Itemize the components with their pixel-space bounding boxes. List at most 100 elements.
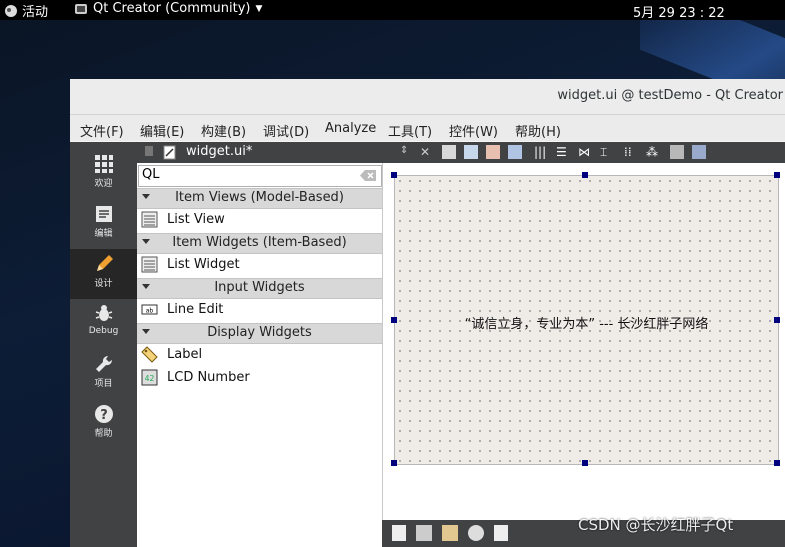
edit-tab-order-icon[interactable] <box>508 145 522 159</box>
mode-debug[interactable]: Debug <box>70 299 137 349</box>
category-item-widgets[interactable]: Item Widgets (Item-Based) <box>137 233 382 254</box>
ui-file-icon <box>163 145 176 160</box>
resize-handle[interactable] <box>774 172 780 178</box>
delete-icon[interactable] <box>468 525 484 541</box>
chevron-down-icon: ▼ <box>255 3 263 14</box>
layout-form-icon[interactable]: ⁞⁞ <box>624 145 638 159</box>
category-label: Input Widgets <box>214 280 305 295</box>
grid-icon <box>94 155 113 173</box>
document-tab-label: widget.ui* <box>186 144 253 159</box>
widget-label: List View <box>167 212 225 227</box>
layout-grid-icon[interactable]: ⁂ <box>646 145 660 159</box>
close-icon[interactable]: ✕ <box>420 145 434 159</box>
activities-label: 活动 <box>22 5 49 20</box>
menu-build[interactable]: 构建(B) <box>201 121 246 140</box>
menu-tools[interactable]: 工具(T) <box>388 121 432 140</box>
svg-text:42: 42 <box>145 374 155 383</box>
mode-edit[interactable]: 编辑 <box>70 199 137 249</box>
layout-splitter-v-icon[interactable]: ⌶ <box>600 145 614 159</box>
filter-value: QL <box>142 167 160 182</box>
widget-list-view[interactable]: List View <box>137 209 382 231</box>
new-action-icon[interactable] <box>392 525 406 541</box>
app-menu-label: Qt Creator (Community) <box>93 1 251 16</box>
widget-form[interactable]: “诚信立身，专业为本” --- 长沙红胖子网络 <box>394 175 779 465</box>
layout-horizontal-icon[interactable]: ||| <box>534 145 548 159</box>
form-label[interactable]: “诚信立身，专业为本” --- 长沙红胖子网络 <box>395 313 778 332</box>
menu-file[interactable]: 文件(F) <box>80 121 124 140</box>
qt-creator-icon <box>75 3 87 14</box>
document-tab[interactable]: widget.ui* <box>137 142 382 163</box>
category-input-widgets[interactable]: Input Widgets <box>137 278 382 299</box>
widget-line-edit[interactable]: ab Line Edit <box>137 299 382 321</box>
label-tag-icon <box>141 346 158 363</box>
menu-analyze[interactable]: Analyze <box>325 121 376 136</box>
menu-edit[interactable]: 编辑(E) <box>140 121 184 140</box>
window-title: widget.ui @ testDemo - Qt Creator <box>557 88 783 103</box>
resize-handle[interactable] <box>391 460 397 466</box>
resize-handle[interactable] <box>582 172 588 178</box>
list-widget-icon <box>141 256 158 273</box>
form-editor-canvas[interactable]: “诚信立身，专业为本” --- 长沙红胖子网络 <box>382 163 785 520</box>
widget-box: widget.ui* QL Item Views (Model-Based) L… <box>137 142 382 547</box>
activities-button[interactable]: 活动 <box>4 1 48 20</box>
pencil-icon <box>96 255 113 271</box>
widget-label: Line Edit <box>167 302 224 317</box>
menu-debug[interactable]: 调试(D) <box>263 121 309 140</box>
category-label: Item Widgets (Item-Based) <box>172 235 347 250</box>
category-label: Display Widgets <box>207 325 312 340</box>
activities-icon <box>5 4 17 17</box>
clear-icon[interactable] <box>360 170 376 181</box>
sort-arrows-icon[interactable]: ⇕ <box>400 145 414 159</box>
copy-icon[interactable] <box>416 525 432 541</box>
layout-splitter-h-icon[interactable]: ⋈ <box>578 145 592 159</box>
resize-handle[interactable] <box>774 317 780 323</box>
qt-creator-window: widget.ui @ testDemo - Qt Creator 文件(F) … <box>70 79 785 547</box>
category-display-widgets[interactable]: Display Widgets <box>137 323 382 344</box>
wrench-icon <box>95 355 112 372</box>
mode-help[interactable]: ? 帮助 <box>70 399 137 449</box>
svg-text:ab: ab <box>146 308 154 315</box>
mode-welcome[interactable]: 欢迎 <box>70 149 137 199</box>
category-label: Item Views (Model-Based) <box>175 190 344 205</box>
category-item-views[interactable]: Item Views (Model-Based) <box>137 188 382 209</box>
mode-welcome-label: 欢迎 <box>94 179 113 189</box>
configure-icon[interactable] <box>494 525 508 541</box>
help-icon: ? <box>94 405 113 423</box>
resize-handle[interactable] <box>774 460 780 466</box>
mode-help-label: 帮助 <box>94 429 113 439</box>
mode-projects[interactable]: 项目 <box>70 349 137 399</box>
edit-signals-icon[interactable] <box>464 145 478 159</box>
app-menu[interactable]: Qt Creator (Community) ▼ <box>74 1 262 16</box>
resize-handle[interactable] <box>391 317 397 323</box>
clock[interactable]: 5月 29 23 : 22 <box>633 2 725 21</box>
form-editor-toolbar: ⇕ ✕ ||| ☰ ⋈ ⌶ ⁞⁞ ⁂ <box>382 142 785 163</box>
break-layout-icon[interactable] <box>670 145 684 159</box>
widget-lcd-number[interactable]: 42 LCD Number <box>137 367 382 389</box>
edit-widgets-icon[interactable] <box>442 145 456 159</box>
edit-buddies-icon[interactable] <box>486 145 500 159</box>
layout-vertical-icon[interactable]: ☰ <box>556 145 570 159</box>
lcd-number-icon: 42 <box>141 369 158 386</box>
mode-debug-label: Debug <box>88 326 119 336</box>
top-bar: 活动 Qt Creator (Community) ▼ 5月 29 23 : 2… <box>0 0 785 21</box>
widget-list-widget[interactable]: List Widget <box>137 254 382 276</box>
menu-help[interactable]: 帮助(H) <box>515 121 561 140</box>
lock-icon <box>145 146 153 156</box>
bug-icon <box>95 305 112 321</box>
svg-text:?: ? <box>100 408 108 423</box>
paste-icon[interactable] <box>442 525 458 541</box>
mode-design[interactable]: 设计 <box>70 249 137 299</box>
resize-handle[interactable] <box>391 172 397 178</box>
list-view-icon <box>141 211 158 228</box>
mode-edit-label: 编辑 <box>94 229 113 239</box>
menu-widgets[interactable]: 控件(W) <box>449 121 498 140</box>
widget-label-item[interactable]: Label <box>137 344 382 366</box>
widget-filter-input[interactable]: QL <box>138 165 382 187</box>
widget-label: Label <box>167 347 203 362</box>
mode-projects-label: 项目 <box>94 379 113 389</box>
document-icon <box>95 206 112 222</box>
adjust-size-icon[interactable] <box>692 145 706 159</box>
window-titlebar[interactable]: widget.ui @ testDemo - Qt Creator <box>70 79 785 115</box>
resize-handle[interactable] <box>582 460 588 466</box>
menu-bar: 文件(F) 编辑(E) 构建(B) 调试(D) Analyze 工具(T) 控件… <box>70 115 785 141</box>
